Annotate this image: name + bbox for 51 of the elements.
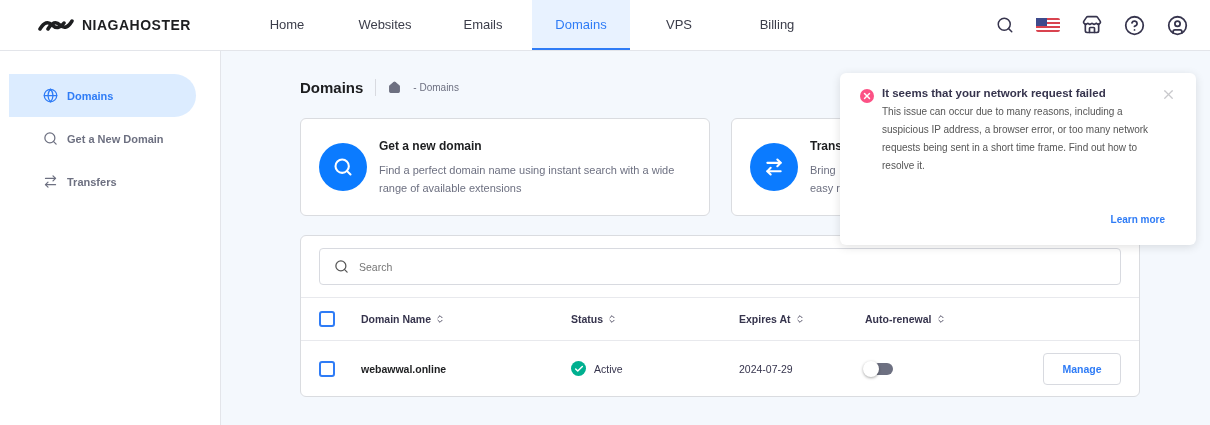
search-icon[interactable]: [996, 16, 1014, 34]
sort-icon[interactable]: [794, 314, 805, 324]
search-field[interactable]: Search: [319, 248, 1121, 285]
column-title: Domain Name: [361, 313, 432, 325]
nav-tab[interactable]: VPS: [630, 0, 728, 50]
breadcrumb: - Domains: [413, 81, 459, 93]
card-description: easy r: [810, 181, 841, 196]
sort-icon[interactable]: [935, 314, 946, 324]
sidebar-item[interactable]: Get a New Domain: [9, 117, 196, 160]
search-icon: [43, 131, 58, 146]
search-icon: [334, 259, 349, 274]
check-icon: [571, 361, 586, 376]
checkbox[interactable]: [319, 311, 335, 327]
column-title: Status: [571, 313, 604, 325]
help-icon[interactable]: [1124, 14, 1145, 36]
sort-icon[interactable]: [607, 314, 618, 324]
store-icon[interactable]: [1082, 15, 1102, 35]
card-title: Get a new domain: [379, 139, 483, 153]
checkbox[interactable]: [319, 360, 335, 377]
error-icon: [860, 89, 874, 103]
action-card[interactable]: Get a new domain Find a perfect domain name using instant search with a wide range of available extensions: [300, 118, 710, 216]
logo-text: NIAGAHOSTER: [82, 17, 191, 33]
sort-icon[interactable]: [435, 314, 446, 324]
toast-title: It seems that your network request failed: [882, 87, 1107, 99]
logo-icon: [38, 17, 74, 33]
expiry-date: 2024-07-29: [739, 362, 794, 375]
toast-message: This issue can occur due to many reasons, including a suspicious IP address, a browser error, or too many network requests being sent in a short time frame. Find out how to resolve it.: [882, 105, 1150, 173]
globe-icon: [43, 88, 58, 103]
card-title: Trans: [810, 139, 842, 153]
nav-tab[interactable]: Home: [238, 0, 336, 50]
nav-tab[interactable]: Websites: [336, 0, 434, 50]
card-description: Bring: [810, 163, 837, 178]
status-text: Active: [594, 362, 623, 375]
search-icon: [333, 157, 353, 177]
transfer-icon: [43, 174, 58, 189]
toggle-switch[interactable]: [865, 362, 893, 375]
column-title: Auto-renewal: [865, 313, 932, 325]
learn-more-link[interactable]: Learn more: [1110, 214, 1165, 225]
nav-tab[interactable]: Emails: [434, 0, 532, 50]
sidebar-item[interactable]: Transfers: [9, 160, 196, 203]
domain-name: webawwal.online: [361, 362, 448, 375]
manage-button[interactable]: Manage: [1043, 352, 1121, 385]
nav-tab[interactable]: Domains: [532, 0, 630, 50]
nav-tab[interactable]: Billing: [728, 0, 826, 50]
flag-icon[interactable]: [1036, 18, 1060, 32]
transfer-icon: [764, 157, 784, 177]
page-title: Domains: [300, 78, 377, 96]
home-icon[interactable]: [388, 80, 402, 94]
card-description: Find a perfect domain name using instant search with a wide range of available extensions: [379, 163, 676, 196]
column-title: Expires At: [739, 313, 791, 325]
account-icon[interactable]: [1167, 14, 1188, 36]
